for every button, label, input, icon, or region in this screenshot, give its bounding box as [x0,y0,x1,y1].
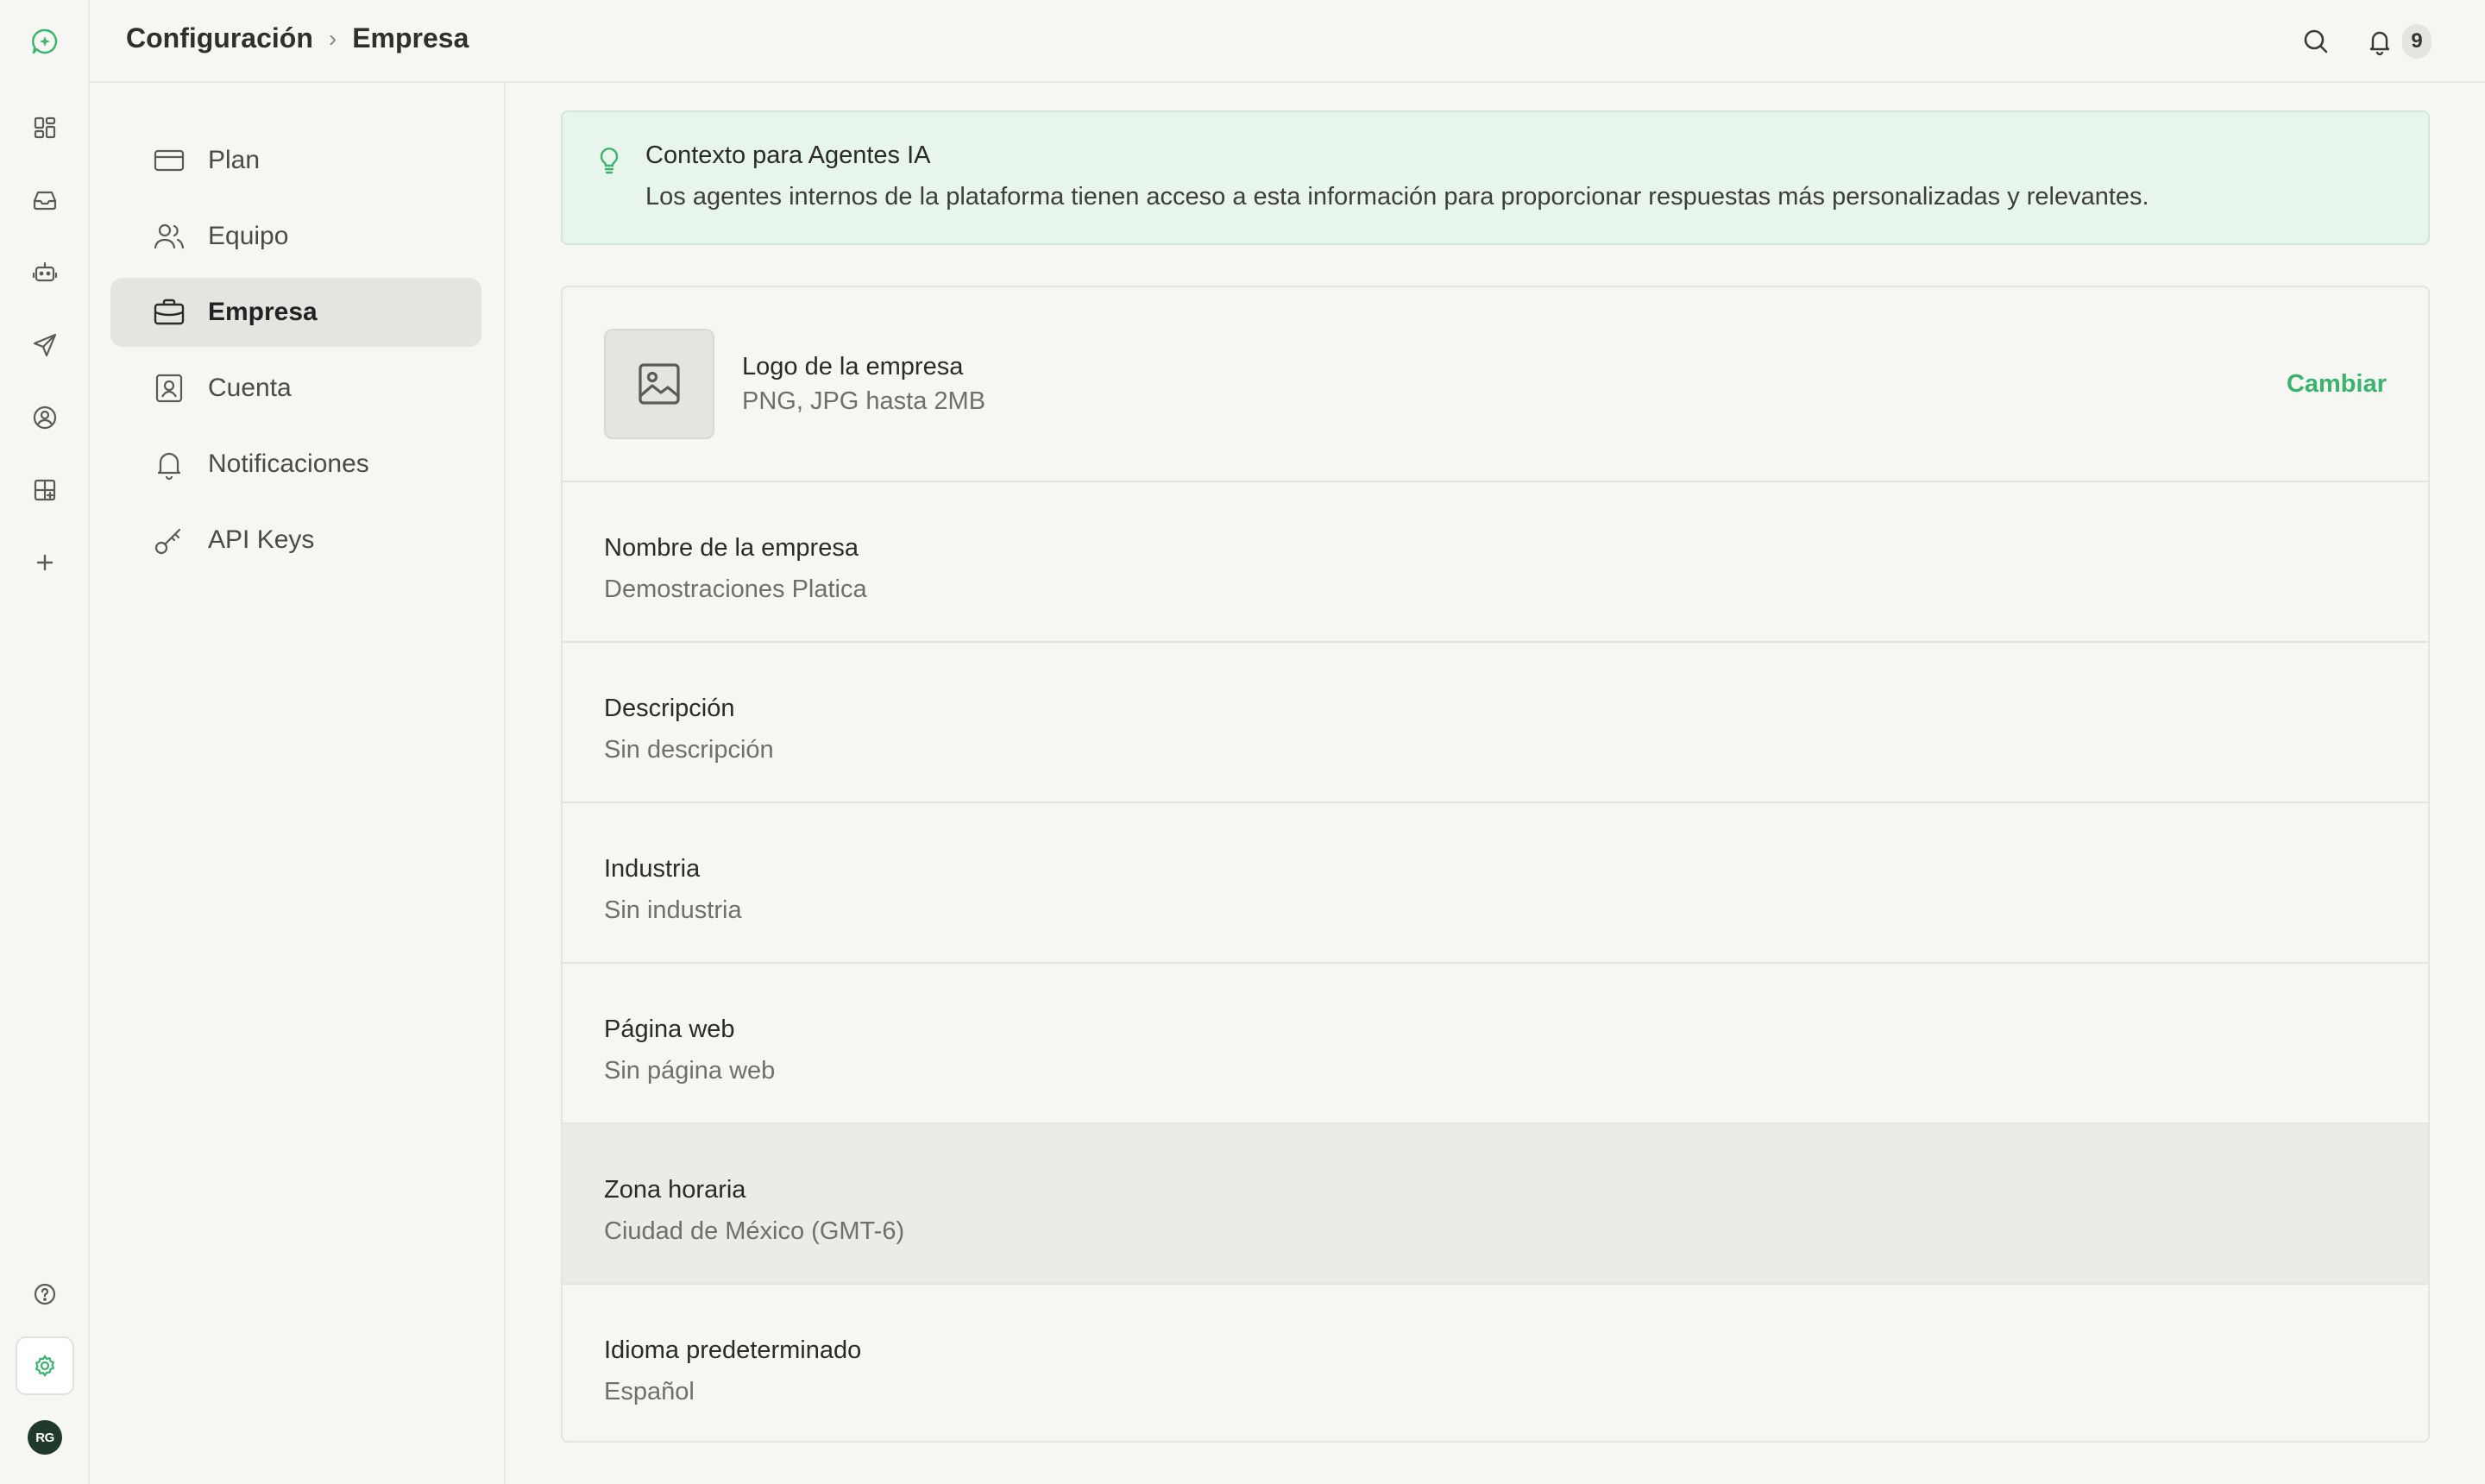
users-icon [152,219,186,254]
field-row-description[interactable]: Descripción Sin descripción [563,643,2428,803]
settings-nav-api-keys[interactable]: API Keys [110,506,481,575]
field-value: Demostraciones Platica [604,575,867,603]
credit-card-icon [152,143,186,178]
ai-context-callout: Contexto para Agentes IA Los agentes int… [561,110,2430,245]
lightbulb-icon [592,143,626,178]
bell-icon [152,447,186,481]
logo-row: Logo de la empresa PNG, JPG hasta 2MB Ca… [563,287,2428,482]
inbox-icon[interactable] [16,171,74,230]
avatar[interactable]: RG [28,1420,62,1455]
app-rail: RG [0,0,90,1484]
key-icon [152,523,186,557]
company-logo-placeholder[interactable] [604,329,714,439]
nav-label: Cuenta [208,374,292,402]
field-row-industry[interactable]: Industria Sin industria [563,803,2428,964]
notifications-button[interactable]: 9 [2361,22,2432,60]
notifications-count-badge: 9 [2402,24,2432,59]
settings-nav-cuenta[interactable]: Cuenta [110,354,481,423]
settings-nav-empresa[interactable]: Empresa [110,278,481,347]
send-icon[interactable] [16,316,74,374]
field-label: Industria [604,855,701,883]
nav-label: Empresa [208,298,318,326]
dashboard-icon[interactable] [16,98,74,157]
nav-label: API Keys [208,525,315,554]
field-row-timezone[interactable]: Zona horaria Ciudad de México (GMT-6) [563,1124,2428,1285]
top-bar: Configuración › Empresa 9 [90,0,2485,83]
bell-icon [2361,22,2399,60]
field-label: Nombre de la empresa [604,534,859,562]
contact-icon[interactable] [16,388,74,447]
field-label: Página web [604,1016,735,1043]
chat-logo-icon[interactable] [16,12,74,71]
nav-label: Equipo [208,222,289,250]
breadcrumb-current: Empresa [352,22,469,53]
callout-body: Los agentes internos de la plataforma ti… [645,183,2149,211]
settings-sidebar: Plan Equipo Empresa Cuenta Notificacione… [90,83,506,1484]
help-icon[interactable] [16,1265,74,1324]
field-label: Idioma predeterminado [604,1336,862,1364]
field-row-company-name[interactable]: Nombre de la empresa Demostraciones Plat… [563,482,2428,643]
settings-nav-notificaciones[interactable]: Notificaciones [110,430,481,499]
settings-gear-icon[interactable] [16,1336,74,1395]
change-logo-button[interactable]: Cambiar [2287,370,2387,399]
field-label: Descripción [604,695,735,722]
briefcase-icon [152,295,186,330]
add-widget-icon[interactable] [16,461,74,519]
field-value: Ciudad de México (GMT-6) [604,1217,905,1245]
logo-label: Logo de la empresa [742,353,964,380]
settings-nav-equipo[interactable]: Equipo [110,202,481,271]
field-row-default-language[interactable]: Idioma predeterminado Español [563,1285,2428,1441]
nav-label: Plan [208,146,261,174]
settings-nav-plan[interactable]: Plan [110,126,481,195]
field-value: Sin industria [604,896,742,924]
logo-hint: PNG, JPG hasta 2MB [742,387,986,415]
breadcrumb-parent[interactable]: Configuración [126,22,313,54]
top-actions: 9 [2297,22,2432,60]
field-value: Sin página web [604,1057,776,1085]
callout-title: Contexto para Agentes IA [645,141,931,169]
contact-card-icon [152,371,186,406]
nav-label: Notificaciones [208,450,369,478]
field-row-website[interactable]: Página web Sin página web [563,964,2428,1124]
breadcrumb: Configuración › Empresa [126,22,469,54]
field-value: Sin descripción [604,736,774,764]
breadcrumb-separator: › [328,24,337,52]
plus-icon[interactable] [16,533,74,592]
field-value: Español [604,1378,695,1405]
bot-icon[interactable] [16,243,74,302]
field-label: Zona horaria [604,1176,746,1204]
search-icon[interactable] [2297,22,2335,60]
company-settings-card: Logo de la empresa PNG, JPG hasta 2MB Ca… [561,286,2430,1443]
